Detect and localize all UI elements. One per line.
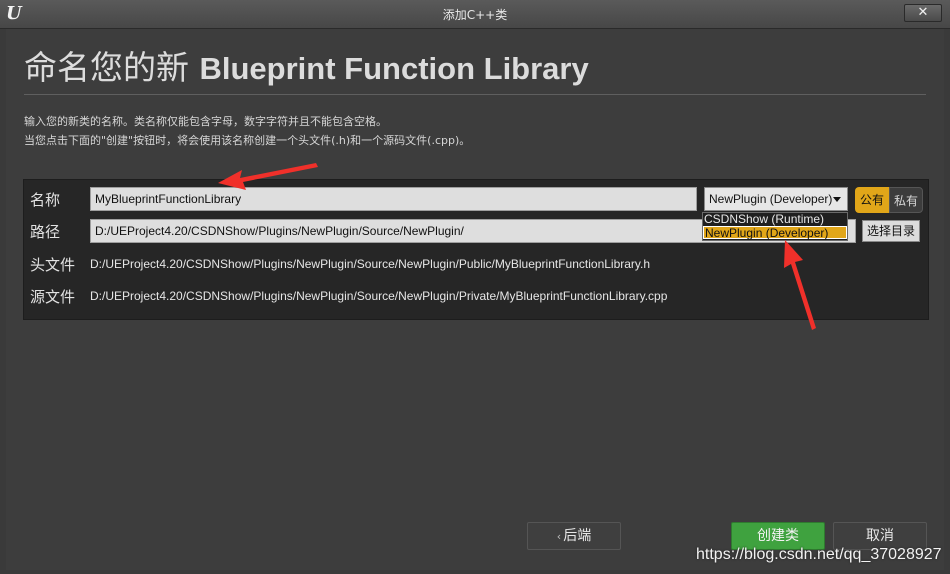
- title-bar: U 添加C++类 ✕: [0, 0, 950, 29]
- window-title: 添加C++类: [442, 8, 508, 22]
- page-title: 命名您的新 Blueprint Function Library: [24, 44, 589, 92]
- source-file-path: D:/UEProject4.20/CSDNShow/Plugins/NewPlu…: [90, 289, 668, 303]
- close-button[interactable]: ✕: [904, 4, 942, 22]
- divider: [24, 94, 926, 95]
- name-label: 名称: [30, 191, 61, 209]
- title-class-type: Blueprint Function Library: [199, 51, 589, 86]
- class-settings-panel: 名称 MyBlueprintFunctionLibrary NewPlugin …: [23, 179, 929, 320]
- chevron-down-icon: [833, 197, 841, 202]
- module-dropdown-list: CSDNShow (Runtime) NewPlugin (Developer): [702, 212, 848, 241]
- back-button-label: 后端: [563, 528, 592, 544]
- module-option-newplugin[interactable]: NewPlugin (Developer): [703, 226, 847, 240]
- back-button[interactable]: ‹ 后端: [527, 522, 621, 550]
- public-toggle[interactable]: 公有: [855, 187, 889, 213]
- module-select[interactable]: NewPlugin (Developer): [704, 187, 848, 211]
- module-option-csdnshow[interactable]: CSDNShow (Runtime): [703, 213, 847, 226]
- description-line-2: 当您点击下面的"创建"按钮时，将会使用该名称创建一个头文件(.h)和一个源码文件…: [24, 134, 471, 147]
- chevron-left-icon: ‹: [556, 530, 562, 543]
- header-file-label: 头文件: [30, 256, 76, 274]
- path-label: 路径: [30, 223, 61, 241]
- title-prefix: 命名您的新: [24, 48, 200, 87]
- module-select-value: NewPlugin (Developer): [709, 192, 833, 206]
- description-line-1: 输入您的新类的名称。类名称仅能包含字母，数字字符并且不能包含空格。: [24, 115, 387, 128]
- choose-directory-button[interactable]: 选择目录: [862, 220, 920, 242]
- class-name-input[interactable]: MyBlueprintFunctionLibrary: [90, 187, 697, 211]
- private-toggle[interactable]: 私有: [889, 187, 923, 213]
- header-file-path: D:/UEProject4.20/CSDNShow/Plugins/NewPlu…: [90, 257, 651, 271]
- source-file-label: 源文件: [30, 288, 76, 306]
- watermark: https://blog.csdn.net/qq_37028927: [696, 546, 942, 563]
